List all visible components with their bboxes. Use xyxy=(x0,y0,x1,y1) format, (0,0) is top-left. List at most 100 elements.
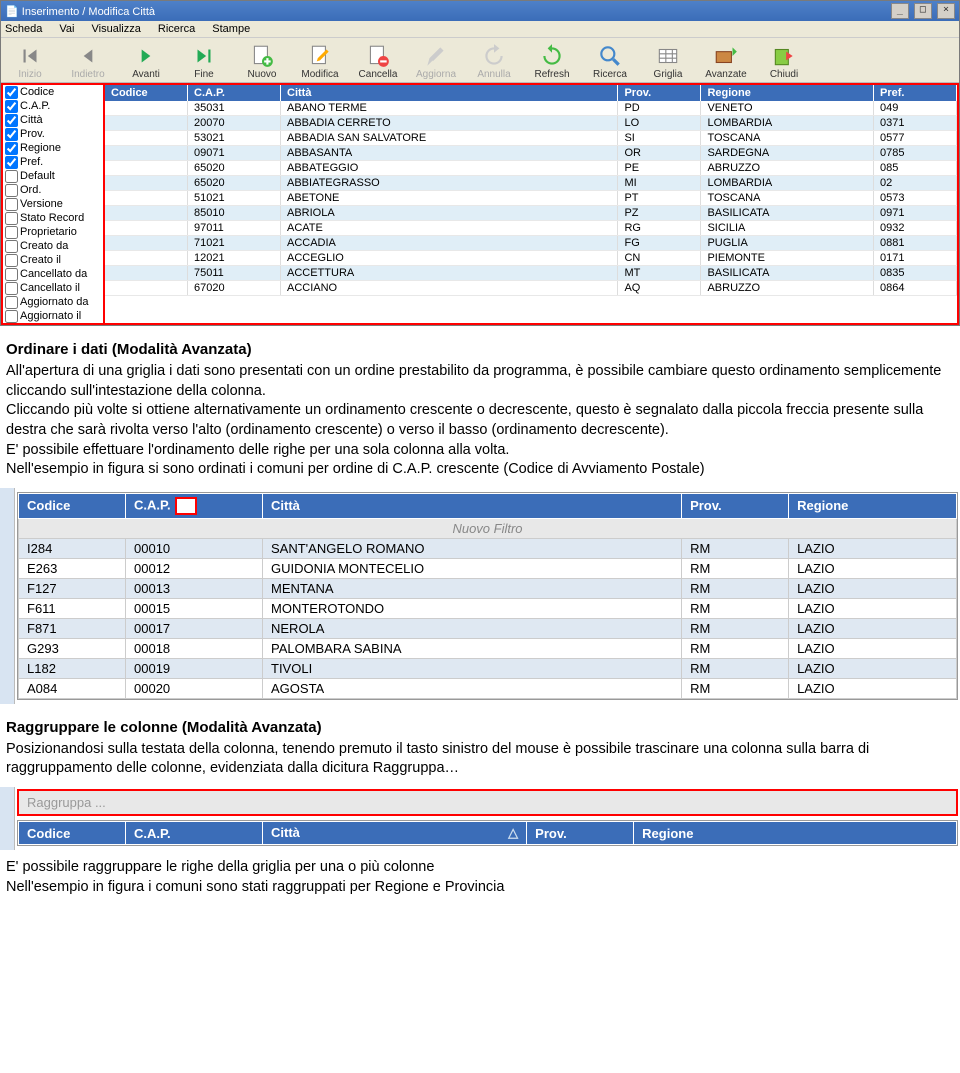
column-header[interactable]: Prov. xyxy=(682,493,789,518)
column-header[interactable]: C.A.P. xyxy=(188,85,281,101)
column-header[interactable]: Regione xyxy=(701,85,874,101)
data-grid-1: CodiceC.A.P.CittàProv.RegionePref.35031A… xyxy=(105,83,959,325)
column-toggle[interactable]: Creato il xyxy=(3,253,103,267)
checkbox-icon[interactable] xyxy=(5,86,18,99)
table-row[interactable]: 53021ABBADIA SAN SALVATORESITOSCANA0577 xyxy=(105,131,957,146)
minimize-icon[interactable]: _ xyxy=(891,3,909,19)
column-toggle[interactable]: Prov. xyxy=(3,127,103,141)
toolbar-nuovo[interactable]: Nuovo xyxy=(233,41,291,82)
table-row[interactable]: 35031ABANO TERMEPDVENETO049 xyxy=(105,101,957,116)
table-row[interactable]: F61100015MONTEROTONDORMLAZIO xyxy=(19,598,957,618)
column-toggle[interactable]: Aggiornato il xyxy=(3,309,103,323)
menu-scheda[interactable]: Scheda xyxy=(5,23,42,35)
checkbox-icon[interactable] xyxy=(5,268,18,281)
checkbox-icon[interactable] xyxy=(5,296,18,309)
table-row[interactable]: F12700013MENTANARMLAZIO xyxy=(19,578,957,598)
table-row[interactable]: 20070ABBADIA CERRETOLOLOMBARDIA0371 xyxy=(105,116,957,131)
column-toggle[interactable]: Regione xyxy=(3,141,103,155)
table-row[interactable]: 65020ABBATEGGIOPEABRUZZO085 xyxy=(105,161,957,176)
table-row[interactable]: I28400010SANT'ANGELO ROMANORMLAZIO xyxy=(19,538,957,558)
checkbox-icon[interactable] xyxy=(5,226,18,239)
checkbox-icon[interactable] xyxy=(5,156,18,169)
table-row[interactable]: E26300012GUIDONIA MONTECELIORMLAZIO xyxy=(19,558,957,578)
checkbox-icon[interactable] xyxy=(5,114,18,127)
filter-row[interactable]: Nuovo Filtro xyxy=(19,518,957,538)
column-header[interactable]: C.A.P. xyxy=(126,822,263,845)
toolbar-refresh[interactable]: Refresh xyxy=(523,41,581,82)
table-row[interactable]: A08400020AGOSTARMLAZIO xyxy=(19,678,957,698)
table-row[interactable]: L18200019TIVOLIRMLAZIO xyxy=(19,658,957,678)
column-toggle[interactable]: Versione xyxy=(3,197,103,211)
checkbox-icon[interactable] xyxy=(5,100,18,113)
checkbox-icon[interactable] xyxy=(5,310,18,323)
cell: LAZIO xyxy=(789,598,957,618)
column-toggle[interactable]: Città xyxy=(3,113,103,127)
table-row[interactable]: 65020ABBIATEGRASSOMILOMBARDIA02 xyxy=(105,176,957,191)
checkbox-icon[interactable] xyxy=(5,282,18,295)
column-header[interactable]: Città xyxy=(281,85,618,101)
column-toggle[interactable]: Codice xyxy=(3,85,103,99)
table-row[interactable]: 09071ABBASANTAORSARDEGNA0785 xyxy=(105,146,957,161)
table-row[interactable]: 67020ACCIANOAQABRUZZO0864 xyxy=(105,281,957,296)
table-row[interactable]: 12021ACCEGLIOCNPIEMONTE0171 xyxy=(105,251,957,266)
cell: ABETONE xyxy=(281,191,618,206)
toolbar-modifica[interactable]: Modifica xyxy=(291,41,349,82)
toolbar-avanti[interactable]: Avanti xyxy=(117,41,175,82)
column-toggle[interactable]: Stato Record xyxy=(3,211,103,225)
checkbox-icon[interactable] xyxy=(5,240,18,253)
column-header[interactable]: Codice xyxy=(19,493,126,518)
toolbar-griglia[interactable]: Griglia xyxy=(639,41,697,82)
checkbox-icon[interactable] xyxy=(5,170,18,183)
group-by-bar[interactable]: Raggruppa ... xyxy=(17,789,958,816)
checkbox-icon[interactable] xyxy=(5,212,18,225)
cell: A084 xyxy=(19,678,126,698)
table-row[interactable]: G29300018PALOMBARA SABINARMLAZIO xyxy=(19,638,957,658)
toolbar-cancella[interactable]: Cancella xyxy=(349,41,407,82)
table-row[interactable]: 97011ACATERGSICILIA0932 xyxy=(105,221,957,236)
column-header[interactable]: Città xyxy=(263,493,682,518)
table-row[interactable]: F87100017NEROLARMLAZIO xyxy=(19,618,957,638)
cell: 65020 xyxy=(188,176,281,191)
checkbox-icon[interactable] xyxy=(5,184,18,197)
toolbar-avanzate[interactable]: Avanzate xyxy=(697,41,755,82)
column-toggle[interactable]: C.A.P. xyxy=(3,99,103,113)
toolbar-ricerca[interactable]: Ricerca xyxy=(581,41,639,82)
column-toggle[interactable]: Aggiornato da xyxy=(3,295,103,309)
table-row[interactable]: 71021ACCADIAFGPUGLIA0881 xyxy=(105,236,957,251)
close-icon[interactable]: × xyxy=(937,3,955,19)
column-header[interactable]: Prov. xyxy=(527,822,634,845)
column-toggle[interactable]: Cancellato il xyxy=(3,281,103,295)
checkbox-icon[interactable] xyxy=(5,142,18,155)
column-header[interactable]: Prov. xyxy=(618,85,701,101)
column-toggle[interactable]: Creato da xyxy=(3,239,103,253)
column-header[interactable]: Regione xyxy=(789,493,957,518)
column-toggle[interactable]: Default xyxy=(3,169,103,183)
column-toggle[interactable]: Cancellato da xyxy=(3,267,103,281)
maximize-icon[interactable]: □ xyxy=(914,3,932,19)
column-toggle[interactable]: Pref. xyxy=(3,155,103,169)
column-header[interactable]: Codice xyxy=(105,85,188,101)
table-row[interactable]: 51021ABETONEPTTOSCANA0573 xyxy=(105,191,957,206)
toolbar-chiudi[interactable]: Chiudi xyxy=(755,41,813,82)
menu-visualizza[interactable]: Visualizza xyxy=(92,23,141,35)
column-toggle[interactable]: Proprietario xyxy=(3,225,103,239)
column-header[interactable]: C.A.P. xyxy=(126,493,263,518)
column-header[interactable]: Regione xyxy=(634,822,957,845)
menu-stampe[interactable]: Stampe xyxy=(212,23,250,35)
menu-vai[interactable]: Vai xyxy=(59,23,74,35)
table-row[interactable]: 75011ACCETTURAMTBASILICATA0835 xyxy=(105,266,957,281)
column-toggle[interactable]: Ord. xyxy=(3,183,103,197)
menu-ricerca[interactable]: Ricerca xyxy=(158,23,195,35)
checkbox-icon[interactable] xyxy=(5,254,18,267)
cell: NEROLA xyxy=(263,618,682,638)
cell: 00010 xyxy=(126,538,263,558)
toolbar-fine[interactable]: Fine xyxy=(175,41,233,82)
checkbox-icon[interactable] xyxy=(5,198,18,211)
table-row[interactable]: 85010ABRIOLAPZBASILICATA0971 xyxy=(105,206,957,221)
menubar: Scheda Vai Visualizza Ricerca Stampe xyxy=(1,21,959,38)
cell: CN xyxy=(618,251,701,266)
column-header[interactable]: Città △ xyxy=(263,822,527,845)
checkbox-icon[interactable] xyxy=(5,128,18,141)
column-header[interactable]: Pref. xyxy=(874,85,957,101)
column-header[interactable]: Codice xyxy=(19,822,126,845)
